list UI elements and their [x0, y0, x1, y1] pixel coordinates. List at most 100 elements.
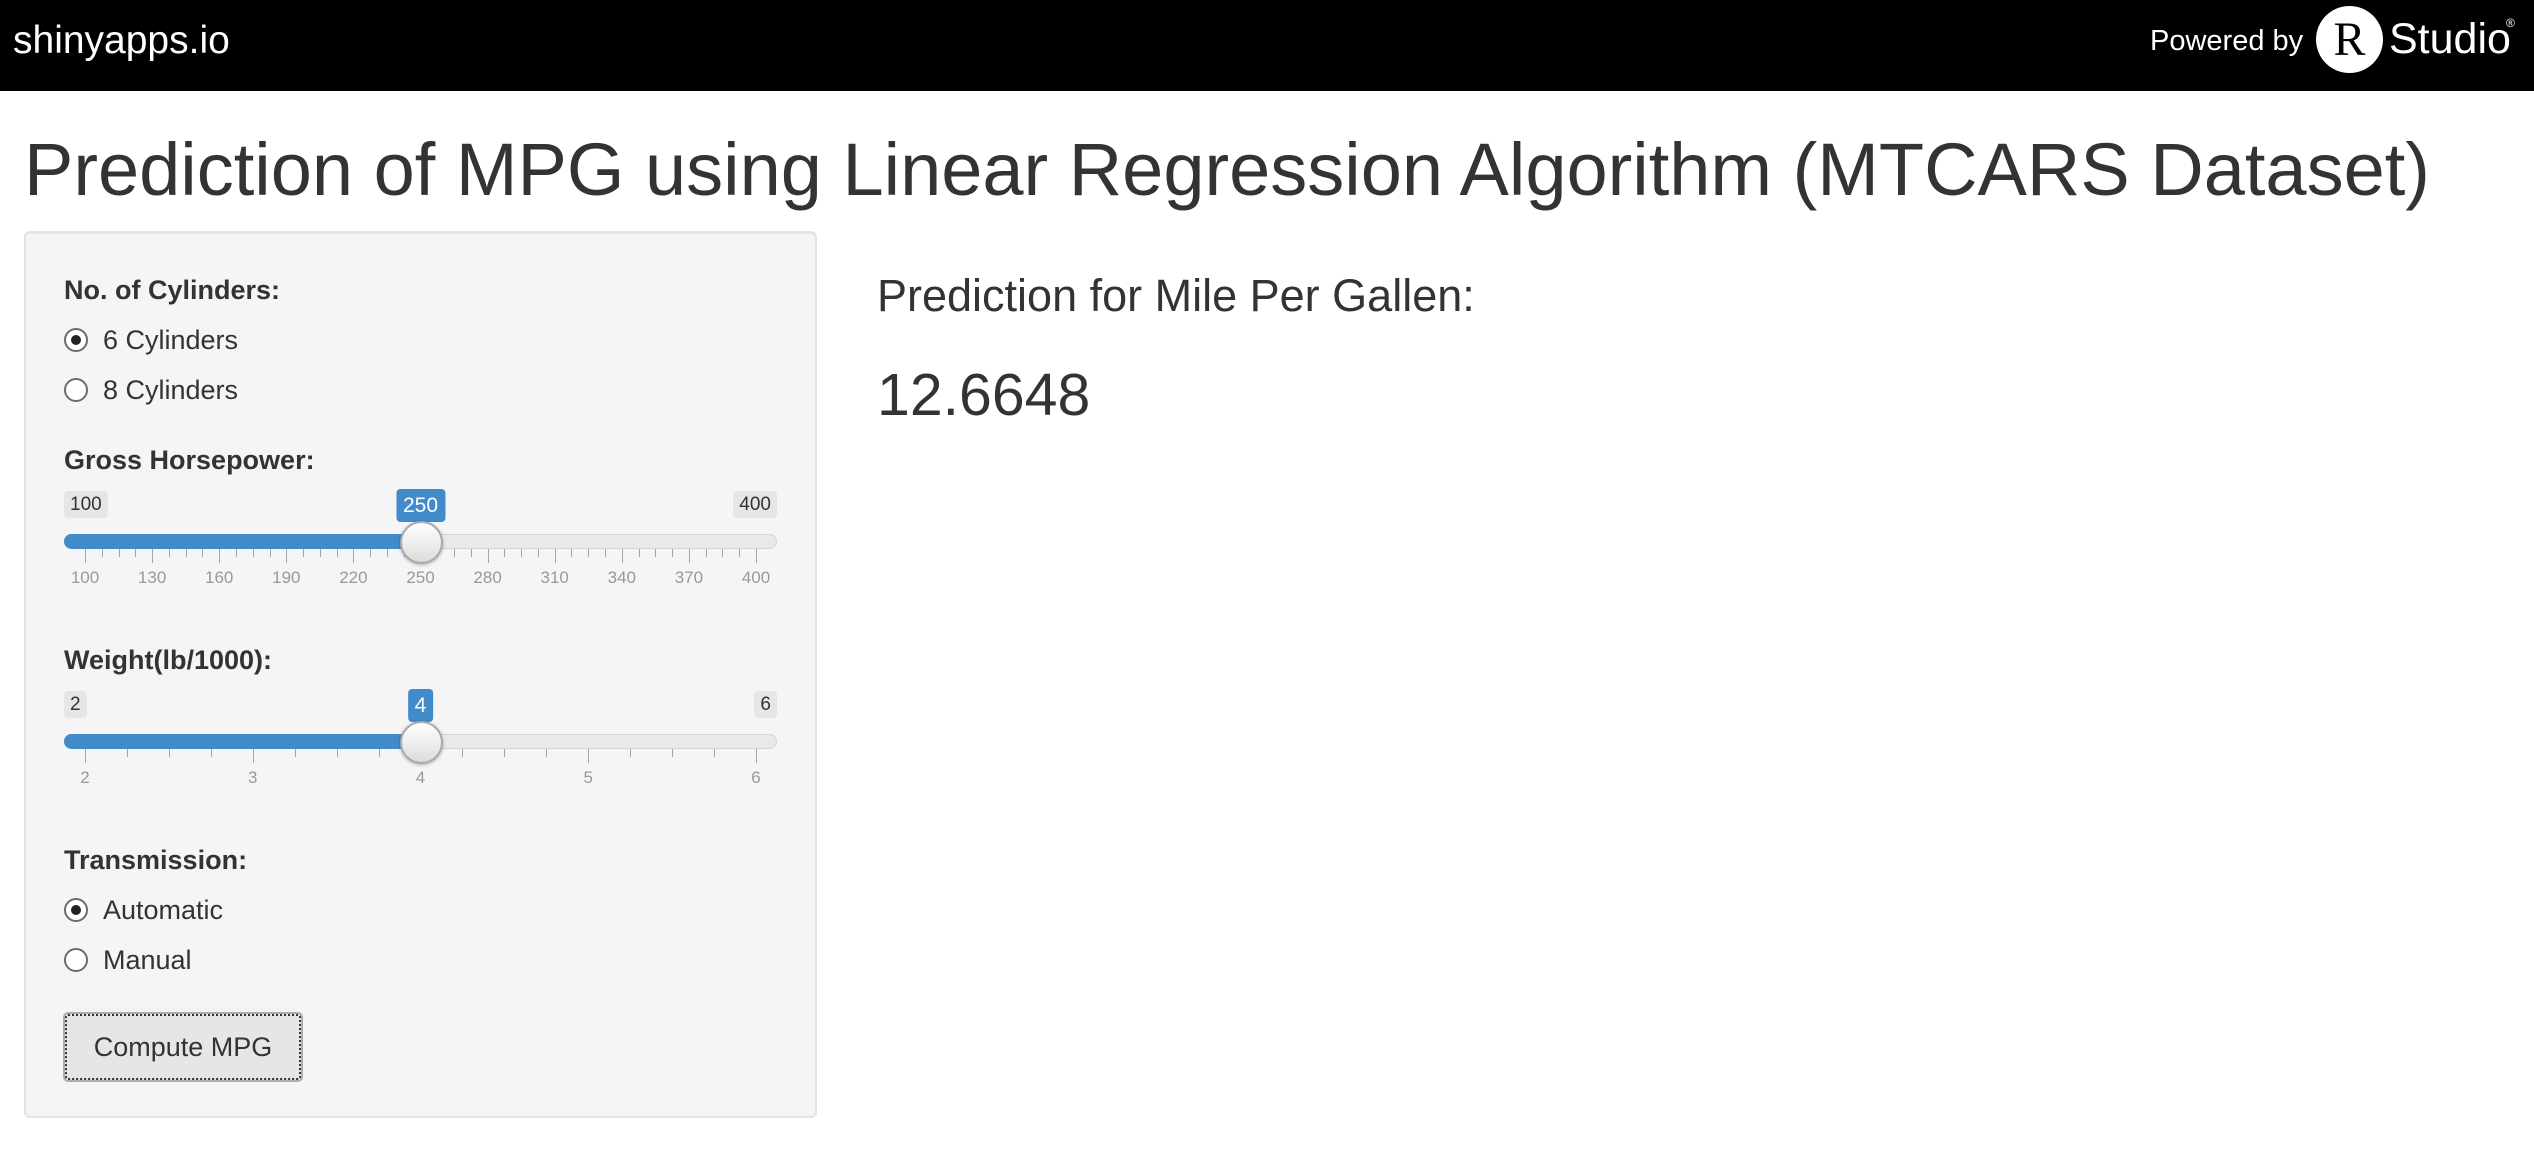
slider-minor-tick	[252, 549, 254, 557]
slider-handle[interactable]	[399, 721, 443, 764]
slider-major-tick	[286, 549, 288, 563]
slider-tick-label: 190	[272, 568, 301, 587]
slider-minor-tick	[655, 549, 657, 557]
weight-slider[interactable]: 2 6 2 3 4 5 6 4	[64, 689, 777, 801]
radio-label: Manual	[103, 945, 192, 975]
horsepower-label: Gross Horsepower:	[64, 445, 315, 475]
horsepower-slider[interactable]: 100 400 100 130 160 190 220 250 280 310 340 370 40…	[64, 489, 777, 601]
slider-tick-label: 4	[415, 768, 426, 787]
slider-handle[interactable]	[399, 521, 443, 564]
slider-major-tick	[487, 549, 489, 563]
slider-tick-label: 160	[205, 568, 234, 587]
slider-minor-tick	[537, 549, 539, 557]
slider-fill-bar	[64, 734, 421, 749]
transmission-option-manual[interactable]: Manual	[64, 943, 192, 977]
slider-minor-tick	[185, 549, 187, 557]
slider-minor-tick	[630, 749, 632, 757]
slider-minor-tick	[336, 749, 338, 757]
slider-minor-tick	[521, 549, 523, 557]
slider-min-label: 100	[64, 491, 108, 518]
slider-tick-label: 250	[406, 568, 435, 587]
slider-tick-label: 2	[80, 768, 90, 787]
slider-major-tick	[588, 749, 590, 763]
radio-checked-icon[interactable]	[64, 898, 88, 922]
slider-value-label: 250	[395, 489, 446, 530]
slider-minor-tick	[470, 549, 472, 557]
slider-minor-tick	[319, 549, 321, 557]
slider-minor-tick	[588, 549, 590, 557]
slider-minor-tick	[294, 749, 296, 757]
slider-minor-tick	[168, 549, 170, 557]
slider-tick-label: 220	[339, 568, 368, 587]
slider-minor-tick	[714, 749, 716, 757]
radio-unchecked-icon[interactable]	[64, 378, 88, 402]
weight-label: Weight(lb/1000):	[64, 645, 273, 675]
radio-label: 6 Cylinders	[103, 325, 239, 355]
slider-fill-bar	[64, 534, 421, 549]
transmission-label: Transmission:	[64, 845, 248, 875]
slider-tick-label: 370	[674, 568, 704, 587]
slider-max-label: 400	[733, 491, 777, 518]
slider-minor-tick	[546, 749, 548, 757]
slider-minor-tick	[504, 549, 506, 557]
slider-minor-tick	[202, 549, 204, 557]
slider-tick-label: 280	[473, 568, 502, 587]
slider-minor-tick	[126, 749, 128, 757]
rstudio-logo-text[interactable]: Studio	[2389, 14, 2511, 64]
compute-mpg-button[interactable]: Compute MPG	[63, 1012, 303, 1082]
slider-tick-label: 3	[248, 768, 258, 787]
slider-minor-tick	[135, 549, 137, 557]
slider-minor-tick	[303, 549, 305, 557]
slider-major-tick	[688, 549, 690, 563]
slider-minor-tick	[739, 549, 741, 557]
slider-minor-tick	[269, 549, 271, 557]
slider-major-tick	[756, 549, 757, 563]
slider-tick-label: 400	[741, 568, 771, 587]
slider-tick-label: 310	[540, 568, 569, 587]
brand-link[interactable]: shinyapps.io	[13, 18, 230, 63]
slider-tick-label: 100	[70, 568, 100, 587]
slider-value-label: 4	[407, 689, 434, 730]
slider-minor-tick	[378, 749, 380, 757]
slider-major-tick	[353, 549, 355, 563]
slider-minor-tick	[210, 749, 212, 757]
cylinders-option-6[interactable]: 6 Cylinders	[64, 323, 238, 357]
radio-label: Automatic	[103, 895, 224, 925]
slider-minor-tick	[118, 549, 120, 557]
slider-tick-label: 6	[751, 768, 761, 787]
radio-checked-icon[interactable]	[64, 328, 88, 352]
slider-min-label: 2	[64, 691, 87, 718]
slider-minor-tick	[235, 549, 237, 557]
slider-major-tick	[756, 749, 757, 763]
slider-minor-tick	[168, 749, 170, 757]
slider-major-tick	[554, 549, 556, 563]
slider-major-tick	[621, 549, 623, 563]
slider-minor-tick	[454, 549, 456, 557]
radio-unchecked-icon[interactable]	[64, 948, 88, 972]
slider-minor-tick	[504, 749, 506, 757]
slider-minor-tick	[370, 549, 372, 557]
transmission-option-automatic[interactable]: Automatic	[64, 893, 223, 927]
slider-minor-tick	[722, 549, 724, 557]
slider-major-tick	[85, 749, 86, 763]
slider-max-label: 6	[754, 691, 777, 718]
cylinders-label: No. of Cylinders:	[64, 275, 281, 305]
slider-tick-label: 5	[583, 768, 593, 787]
slider-major-tick	[219, 549, 221, 563]
slider-tick-label: 340	[607, 568, 636, 587]
slider-minor-tick	[336, 549, 338, 557]
prediction-heading: Prediction for Mile Per Gallen:	[877, 270, 1475, 321]
radio-label: 8 Cylinders	[103, 375, 239, 405]
slider-minor-tick	[605, 549, 607, 557]
registered-mark: ®	[2506, 16, 2515, 30]
cylinders-option-8[interactable]: 8 Cylinders	[64, 373, 238, 407]
slider-major-tick	[152, 549, 154, 563]
slider-minor-tick	[462, 749, 464, 757]
slider-minor-tick	[672, 749, 674, 757]
rstudio-logo-icon[interactable]: R	[2316, 6, 2383, 73]
slider-minor-tick	[705, 549, 707, 557]
prediction-value: 12.6648	[877, 362, 1091, 428]
slider-minor-tick	[672, 549, 674, 557]
slider-major-tick	[252, 749, 254, 763]
slider-minor-tick	[638, 549, 640, 557]
